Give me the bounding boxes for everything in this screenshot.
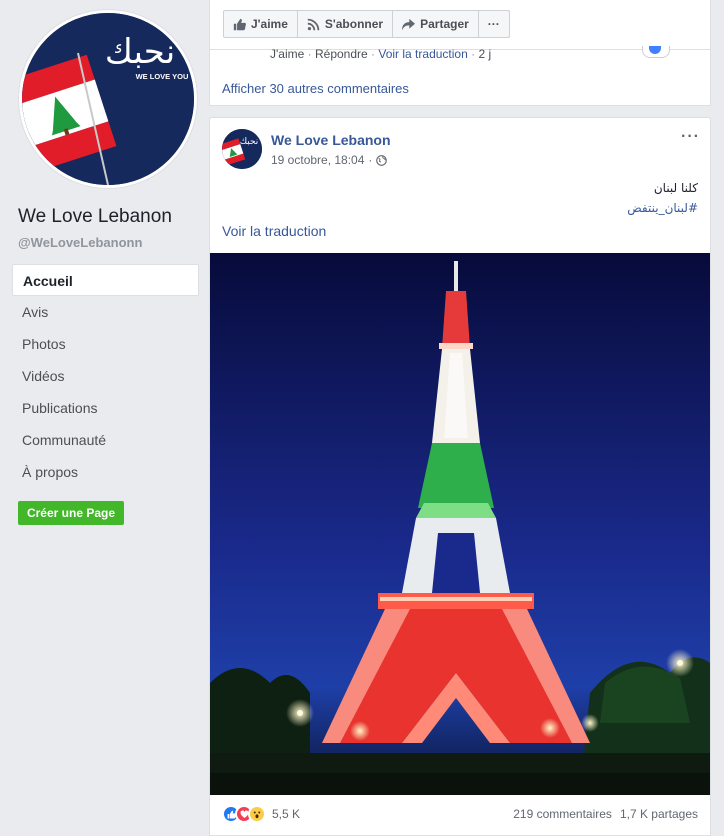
subscribe-label: S'abonner	[324, 17, 384, 31]
nav-item-reviews[interactable]: Avis	[12, 296, 199, 328]
share-arrow-icon	[402, 18, 416, 30]
thumbs-up-icon	[233, 18, 246, 30]
globe-icon	[376, 154, 388, 166]
cover-subtext: WE LOVE YOU	[136, 72, 189, 81]
avatar-arabic-text: نحبك	[240, 137, 259, 147]
show-more-comments-link[interactable]: Afficher 30 autres commentaires	[222, 81, 409, 96]
page-profile-picture[interactable]: نحبك WE LOVE YOU	[19, 10, 197, 188]
post-stats: 219 commentaires 1,7 K partages	[513, 807, 698, 821]
profile-picture-art: نحبك WE LOVE YOU	[22, 13, 194, 185]
page-nav: Accueil Avis Photos Vidéos Publications …	[12, 264, 199, 488]
post-options-button[interactable]: ···	[681, 128, 700, 146]
toggle-control[interactable]	[642, 46, 670, 58]
page-action-bar: J'aime S'abonner Partager ···	[209, 0, 711, 50]
subscribe-button[interactable]: S'abonner	[298, 11, 394, 37]
post-card: نحبك We Love Lebanon 19 octobre, 18:04 ·…	[209, 117, 711, 836]
like-page-label: J'aime	[251, 17, 288, 31]
post-footer: 5,5 K 219 commentaires 1,7 K partages	[210, 795, 710, 836]
nav-item-photos[interactable]: Photos	[12, 328, 199, 360]
post-author-avatar[interactable]: نحبك	[222, 129, 262, 169]
rss-icon	[307, 18, 320, 30]
comment-reply-link[interactable]: Répondre	[315, 47, 368, 61]
nav-item-about[interactable]: À propos	[12, 456, 199, 488]
nav-item-posts[interactable]: Publications	[12, 392, 199, 424]
shares-count-link[interactable]: 1,7 K partages	[620, 807, 698, 821]
post-translate-link[interactable]: Voir la traduction	[222, 223, 326, 239]
previous-post-tail: J'aime · Répondre · Voir la traduction ·…	[209, 46, 711, 106]
reactions-summary[interactable]: 5,5 K	[222, 805, 300, 823]
post-author-name[interactable]: We Love Lebanon	[271, 132, 391, 148]
more-actions-button[interactable]: ···	[479, 11, 509, 37]
comment-actions: J'aime · Répondre · Voir la traduction ·…	[270, 47, 492, 61]
post-date[interactable]: 19 octobre, 18:04	[271, 153, 364, 167]
nav-item-home[interactable]: Accueil	[12, 264, 199, 296]
share-page-button[interactable]: Partager	[393, 11, 479, 37]
eiffel-tower-image	[210, 253, 710, 795]
page-handle[interactable]: @WeLoveLebanonn	[18, 235, 142, 250]
post-meta: 19 octobre, 18:04 ·	[271, 153, 388, 167]
cover-arabic-text: نحبك	[105, 32, 175, 72]
create-page-button[interactable]: Créer une Page	[18, 501, 124, 525]
post-text: كلنا لبنان #لبنان_ينتفض	[627, 178, 698, 218]
like-page-button[interactable]: J'aime	[224, 11, 298, 37]
comment-translate-link[interactable]: Voir la traduction	[378, 47, 467, 61]
action-button-group: J'aime S'abonner Partager ···	[223, 10, 510, 38]
comment-like-link[interactable]: J'aime	[270, 47, 304, 61]
post-text-line: كلنا لبنان	[653, 181, 698, 195]
comment-time: 2 j	[478, 47, 492, 61]
comments-count-link[interactable]: 219 commentaires	[513, 807, 612, 821]
share-page-label: Partager	[420, 17, 469, 31]
nav-item-community[interactable]: Communauté	[12, 424, 199, 456]
reaction-count: 5,5 K	[272, 807, 301, 821]
wow-reaction-icon	[248, 805, 266, 823]
avatar-art: نحبك	[222, 129, 262, 169]
nav-item-videos[interactable]: Vidéos	[12, 360, 199, 392]
post-hashtag[interactable]: #لبنان_ينتفض	[627, 198, 698, 218]
more-actions-label: ···	[487, 17, 500, 31]
post-photo-eiffel-tower[interactable]	[210, 253, 710, 795]
page-name[interactable]: We Love Lebanon	[18, 206, 172, 228]
